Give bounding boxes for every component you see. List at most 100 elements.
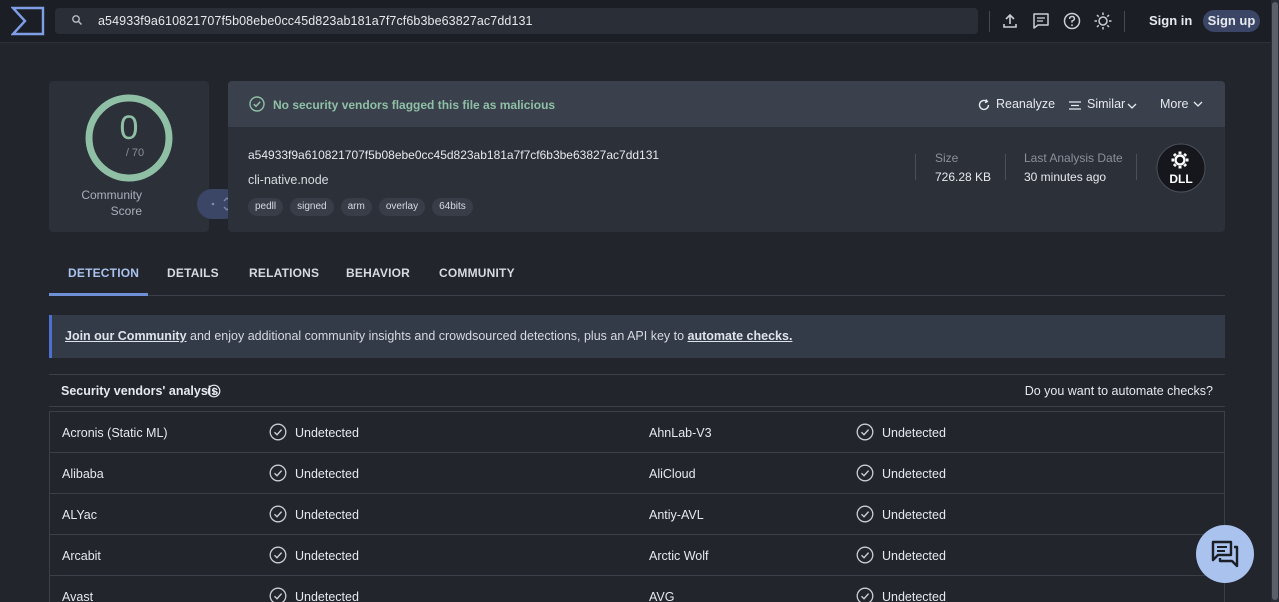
check-circle-icon <box>249 96 265 112</box>
file-name: cli-native.node <box>248 173 329 187</box>
table-row: Alibaba Undetected AliCloud Undetected <box>50 453 1224 494</box>
vendor-status: Undetected <box>295 467 359 481</box>
check-circle-icon <box>856 423 874 441</box>
community-label-line: Community <box>81 188 142 202</box>
sign-up-button[interactable]: Sign up <box>1203 10 1260 32</box>
similar-button[interactable]: Similar <box>1087 97 1125 111</box>
vendor-name[interactable]: Avast <box>62 590 93 602</box>
chevron-down-icon[interactable] <box>1192 98 1204 110</box>
vendor-name[interactable]: Arctic Wolf <box>649 549 709 563</box>
vendor-status: Undetected <box>882 549 946 563</box>
total-engines: / 70 <box>125 147 145 159</box>
file-hash[interactable]: a54933f9a610821707f5b08ebe0cc45d823ab181… <box>248 148 659 162</box>
similar-icon <box>1069 101 1081 110</box>
chevron-down-icon[interactable] <box>1126 100 1138 112</box>
vendors-header: Security vendors' analysis Do you want t… <box>49 374 1225 407</box>
join-community-link[interactable]: Join our Community <box>65 329 187 343</box>
detection-status: No security vendors flagged this file as… <box>273 98 556 112</box>
vendors-title: Security vendors' analysis <box>61 384 219 398</box>
check-circle-icon <box>856 464 874 482</box>
info-icon[interactable] <box>207 384 221 398</box>
chat-icon <box>1211 540 1239 568</box>
vendor-name[interactable]: Antiy-AVL <box>649 508 704 522</box>
banner-body-text: and enjoy additional community insights … <box>186 329 688 343</box>
scrollbar-thumb[interactable] <box>1272 2 1278 600</box>
tag[interactable]: pedll <box>248 198 284 216</box>
table-row: Acronis (Static ML) Undetected AhnLab-V3 Un… <box>50 412 1224 453</box>
file-type-label: DLL <box>1169 172 1192 186</box>
automate-checks-link[interactable]: automate checks. <box>688 329 793 343</box>
size-label: Size <box>935 151 959 165</box>
tab-details[interactable]: DETAILS <box>167 266 219 280</box>
banner-text: Join our Community and enjoy additional … <box>65 329 792 343</box>
active-tab-indicator <box>49 293 148 296</box>
last-analysis-value: 30 minutes ago <box>1024 170 1107 184</box>
vendor-status: Undetected <box>882 426 946 440</box>
vendor-status: Undetected <box>295 508 359 522</box>
divider <box>915 154 916 180</box>
last-analysis-label: Last Analysis Date <box>1024 151 1123 165</box>
vendor-status: Undetected <box>295 549 359 563</box>
vendor-name[interactable]: Acronis (Static ML) <box>62 426 168 440</box>
check-circle-icon <box>856 546 874 564</box>
more-button[interactable]: More <box>1160 97 1188 111</box>
comment-icon[interactable] <box>1031 11 1051 31</box>
tag[interactable]: 64bits <box>432 198 473 216</box>
vendor-status: Undetected <box>295 426 359 440</box>
search-bar[interactable]: a54933f9a610821707f5b08ebe0cc45d823ab181… <box>55 8 978 34</box>
tag[interactable]: arm <box>340 198 372 216</box>
divider <box>1124 11 1125 32</box>
vendor-name[interactable]: AliCloud <box>649 467 696 481</box>
vendor-name[interactable]: Arcabit <box>62 549 101 563</box>
chat-button[interactable] <box>1196 525 1254 583</box>
table-row: Arcabit Undetected Arctic Wolf Undetected <box>50 535 1224 576</box>
tag[interactable]: signed <box>290 198 334 216</box>
scrollbar[interactable] <box>1271 0 1279 602</box>
divider <box>1005 154 1006 180</box>
vendors-table: Acronis (Static ML) Undetected AhnLab-V3 Un… <box>49 411 1225 602</box>
tag[interactable]: overlay <box>378 198 426 216</box>
tab-community[interactable]: COMMUNITY <box>439 266 515 280</box>
check-circle-icon <box>269 587 287 602</box>
check-circle-icon <box>269 423 287 441</box>
logo-icon[interactable] <box>11 6 45 36</box>
score-card: 0 / 70 Community Score <box>49 81 240 232</box>
sign-in-link[interactable]: Sign in <box>1149 13 1192 28</box>
dll-file-icon: DLL <box>1156 143 1206 193</box>
help-icon[interactable] <box>1062 11 1082 31</box>
vendor-name[interactable]: ALYac <box>62 508 97 522</box>
vendor-name[interactable]: Alibaba <box>62 467 104 481</box>
tab-bar: DETECTION DETAILS RELATIONS BEHAVIOR COM… <box>49 258 1225 296</box>
tab-detection[interactable]: DETECTION <box>68 266 139 280</box>
tab-relations[interactable]: RELATIONS <box>249 266 319 280</box>
vendor-status: Undetected <box>882 508 946 522</box>
table-row: ALYac Undetected Antiy-AVL Undetected <box>50 494 1224 535</box>
upload-icon[interactable] <box>1000 11 1020 31</box>
check-circle-icon <box>269 505 287 523</box>
vendor-status: Undetected <box>882 467 946 481</box>
vendor-status: Undetected <box>882 590 946 602</box>
table-row: Avast Undetected AVG Undetected <box>50 576 1224 602</box>
search-input[interactable]: a54933f9a610821707f5b08ebe0cc45d823ab181… <box>98 14 533 28</box>
vendor-status: Undetected <box>295 590 359 602</box>
divider <box>1136 154 1137 180</box>
community-banner: Join our Community and enjoy additional … <box>49 315 1225 358</box>
tag-list: pedll signed arm overlay 64bits <box>248 198 473 216</box>
detection-count: 0 <box>119 109 139 147</box>
theme-icon[interactable] <box>1093 11 1113 31</box>
tab-behavior[interactable]: BEHAVIOR <box>346 266 410 280</box>
check-circle-icon <box>856 587 874 602</box>
score-label-line: Score <box>110 204 142 218</box>
vendor-name[interactable]: AhnLab-V3 <box>649 426 712 440</box>
reanalyze-button[interactable]: Reanalyze <box>996 97 1055 111</box>
vendor-name[interactable]: AVG <box>649 590 674 602</box>
top-bar: a54933f9a610821707f5b08ebe0cc45d823ab181… <box>0 0 1279 43</box>
search-icon <box>72 15 83 26</box>
check-circle-icon <box>269 464 287 482</box>
automate-checks-link[interactable]: Do you want to automate checks? <box>1025 384 1213 398</box>
divider <box>989 11 990 32</box>
size-value: 726.28 KB <box>935 170 992 184</box>
file-summary-card: No security vendors flagged this file as… <box>228 81 1225 232</box>
summary-header: No security vendors flagged this file as… <box>228 81 1225 127</box>
check-circle-icon <box>856 505 874 523</box>
